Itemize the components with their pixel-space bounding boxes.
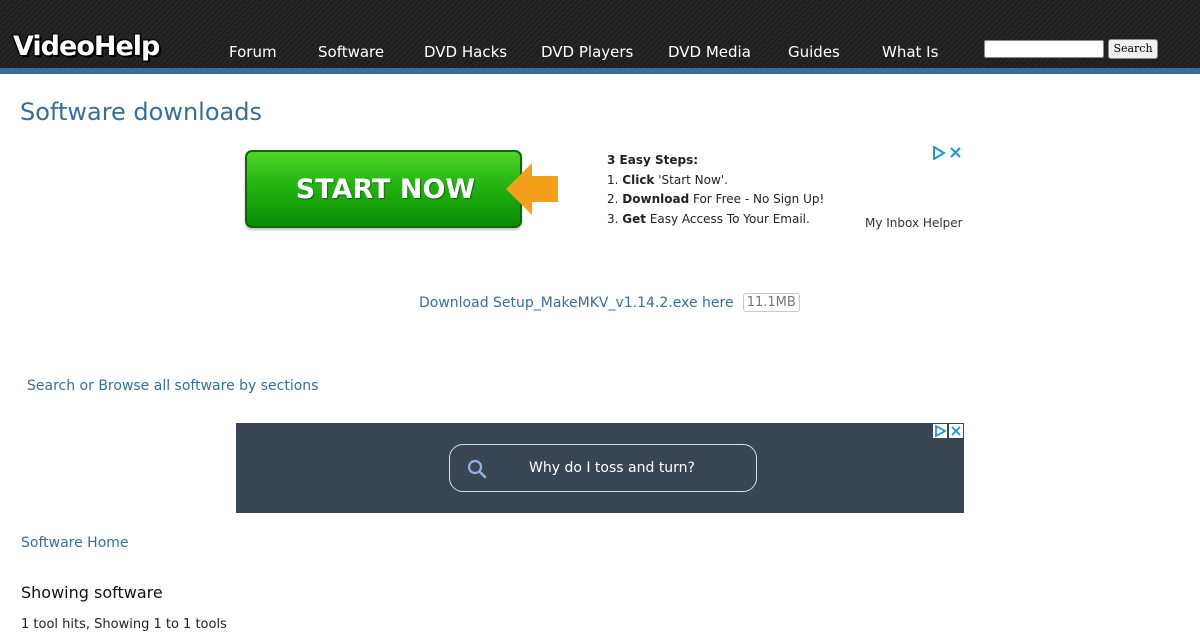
search-button[interactable]: Search: [1108, 39, 1158, 59]
ad-search-text: Why do I toss and turn?: [529, 460, 695, 476]
download-link[interactable]: Download Setup_MakeMKV_v1.14.2.exe here: [419, 295, 734, 311]
nav-software[interactable]: Software: [318, 42, 384, 62]
arrow-left-icon: [506, 163, 558, 215]
header-divider: [0, 68, 1200, 74]
search-ad[interactable]: Why do I toss and turn?: [236, 423, 964, 513]
showing-software-heading: Showing software: [21, 583, 163, 602]
ad-search-box[interactable]: Why do I toss and turn?: [449, 444, 757, 492]
ad-steps: 3 Easy Steps: 1. Click 'Start Now'. 2. D…: [607, 151, 824, 229]
ad-sponsor: My Inbox Helper: [865, 216, 963, 230]
nav-dvd-media[interactable]: DVD Media: [668, 42, 751, 62]
ad-step: 2. Download For Free - No Sign Up!: [607, 192, 825, 206]
ad-step: 1. Click 'Start Now'.: [607, 172, 728, 187]
download-row: Download Setup_MakeMKV_v1.14.2.exe here …: [419, 292, 800, 314]
nav-forum[interactable]: Forum: [229, 42, 277, 62]
site-header: VideoHelp Forum Software DVD Hacks DVD P…: [0, 0, 1200, 74]
ad-steps-title: 3 Easy Steps:: [607, 153, 699, 167]
search-input[interactable]: [984, 40, 1104, 58]
software-home-link[interactable]: Software Home: [21, 533, 129, 553]
nav-dvd-players[interactable]: DVD Players: [541, 42, 633, 62]
browse-sections-link[interactable]: Search or Browse all software by section…: [27, 376, 318, 396]
search-icon: [467, 459, 487, 479]
banner-ad[interactable]: START NOW 3 Easy Steps: 1. Click 'Start …: [240, 143, 964, 238]
adchoices-icon[interactable]: [933, 424, 947, 438]
start-now-button[interactable]: START NOW: [245, 150, 522, 228]
results-count: 1 tool hits, Showing 1 to 1 tools: [21, 617, 227, 632]
file-size-badge: 11.1MB: [742, 293, 800, 312]
close-icon[interactable]: [949, 424, 963, 438]
page-title: Software downloads: [20, 98, 262, 126]
site-logo[interactable]: VideoHelp: [13, 30, 160, 64]
ad-step: 3. Get Easy Access To Your Email.: [607, 211, 810, 226]
close-icon[interactable]: [949, 146, 962, 159]
start-now-label: START NOW: [295, 174, 476, 205]
adchoices-icon[interactable]: [932, 146, 946, 160]
nav-what-is[interactable]: What Is: [882, 42, 938, 62]
nav-dvd-hacks[interactable]: DVD Hacks: [424, 42, 507, 62]
nav-guides[interactable]: Guides: [788, 42, 840, 62]
